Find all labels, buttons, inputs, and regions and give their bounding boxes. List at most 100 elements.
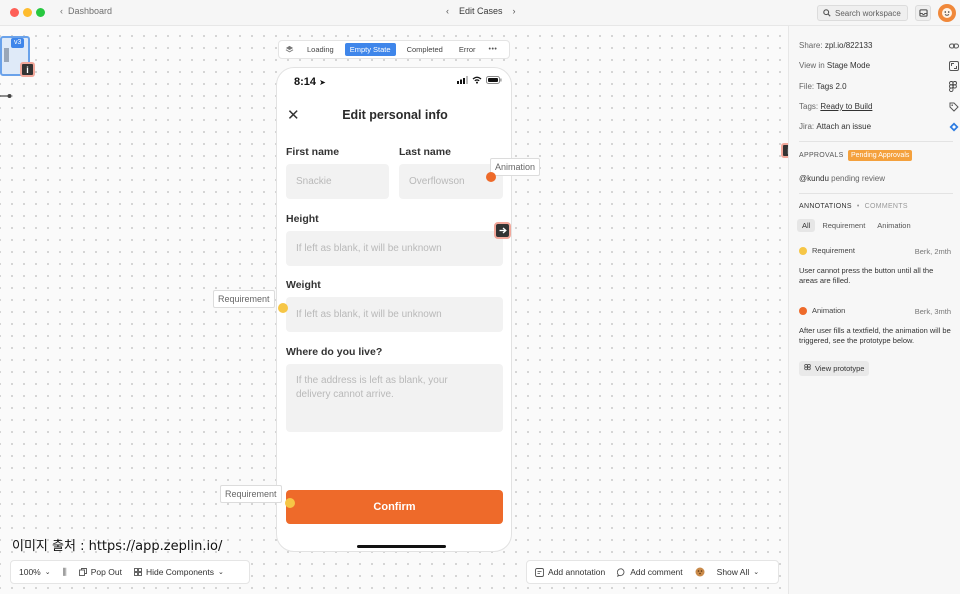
status-icons bbox=[457, 76, 502, 84]
pending-approvals-badge[interactable]: Pending Approvals bbox=[848, 150, 913, 161]
time-text: 8:14 bbox=[294, 76, 317, 88]
thumbnail-content bbox=[4, 48, 9, 62]
next-screen-icon[interactable]: › bbox=[513, 6, 516, 16]
link-icon[interactable] bbox=[949, 42, 959, 50]
pop-out-button[interactable]: Pop Out bbox=[78, 567, 122, 577]
confirm-label: Confirm bbox=[373, 501, 416, 513]
tags-label: Tags: bbox=[799, 102, 819, 111]
bottom-left-toolbar: 100% ⌄ ⫼ Pop Out Hide Components ⌄ bbox=[10, 560, 250, 584]
jira-row[interactable]: Jira: Attach an issue bbox=[799, 122, 959, 131]
avatar-face-icon bbox=[942, 8, 952, 18]
prototype-link-button[interactable] bbox=[494, 222, 511, 239]
annotations-tab[interactable]: ANNOTATIONS bbox=[799, 203, 852, 210]
weight-field[interactable]: If left as blank, it will be unknown bbox=[286, 297, 503, 332]
review-status: @kundu pending review bbox=[799, 174, 885, 183]
filter-requirement[interactable]: Requirement bbox=[817, 219, 870, 232]
add-annotation-button[interactable]: Add annotation bbox=[535, 567, 605, 577]
home-indicator bbox=[357, 545, 446, 548]
state-tab-completed[interactable]: Completed bbox=[402, 43, 448, 56]
chevron-down-icon: ⌄ bbox=[218, 569, 224, 576]
jira-label: Jira: bbox=[799, 122, 815, 131]
figma-icon bbox=[804, 364, 811, 371]
hide-components-label: Hide Components bbox=[145, 567, 214, 577]
annotation-item-animation-header[interactable]: Animation bbox=[799, 306, 845, 315]
address-placeholder: If the address is left as blank, your de… bbox=[296, 375, 448, 400]
chevron-down-icon: ⌄ bbox=[44, 569, 51, 576]
grid-toggle-icon[interactable]: ⫼ bbox=[63, 567, 67, 578]
last-name-field[interactable]: Overflowson bbox=[399, 164, 503, 199]
copy-icon bbox=[78, 568, 87, 576]
jira-icon bbox=[949, 122, 959, 131]
title-bar: ‹ Dashboard ‹ Edit Cases › Search worksp… bbox=[0, 0, 960, 26]
stage-mode-row[interactable]: View in Stage Mode bbox=[799, 60, 959, 71]
state-tab-error[interactable]: Error bbox=[454, 43, 481, 56]
tag-icon bbox=[949, 102, 959, 112]
inbox-icon bbox=[918, 9, 928, 17]
file-row[interactable]: File: Tags 2.0 bbox=[799, 81, 959, 92]
state-tab-loading[interactable]: Loading bbox=[302, 43, 339, 56]
maximize-window-button[interactable] bbox=[36, 8, 45, 17]
zoom-dropdown[interactable]: 100% ⌄ bbox=[19, 567, 51, 577]
wifi-icon bbox=[472, 76, 482, 84]
filter-animation[interactable]: Animation bbox=[872, 219, 915, 232]
arrow-right-icon bbox=[499, 227, 507, 234]
file-name: Tags 2.0 bbox=[816, 82, 847, 91]
address-field[interactable]: If the address is left as blank, your de… bbox=[286, 364, 503, 432]
filter-all[interactable]: All bbox=[797, 219, 816, 232]
weight-placeholder: If left as blank, it will be unknown bbox=[296, 309, 442, 320]
figma-icon bbox=[949, 81, 957, 92]
back-to-dashboard[interactable]: ‹ Dashboard bbox=[60, 6, 112, 16]
comments-tab[interactable]: COMMENTS bbox=[865, 203, 908, 210]
minimize-window-button[interactable] bbox=[23, 8, 32, 17]
share-row[interactable]: Share: zpl.io/822133 bbox=[799, 41, 959, 50]
add-comment-button[interactable]: Add comment bbox=[617, 567, 683, 577]
phone-screen[interactable]: 8:14 ➤ ✕ Edit personal info First name L… bbox=[276, 67, 512, 552]
user-avatar[interactable] bbox=[938, 4, 956, 22]
close-window-button[interactable] bbox=[10, 8, 19, 17]
stage-mode-label: Stage Mode bbox=[826, 61, 871, 70]
first-name-placeholder: Snackie bbox=[296, 176, 332, 187]
first-name-field[interactable]: Snackie bbox=[286, 164, 389, 199]
annotation-animation-label[interactable]: Animation bbox=[490, 158, 541, 176]
version-tag: v3 bbox=[11, 38, 25, 48]
confirm-button[interactable]: Confirm bbox=[286, 490, 503, 524]
show-all-dropdown[interactable]: Show All ⌄ bbox=[717, 567, 759, 577]
show-all-label: Show All bbox=[716, 567, 750, 577]
view-prototype-button[interactable]: View prototype bbox=[799, 361, 870, 376]
search-input[interactable]: Search workspace bbox=[817, 5, 908, 21]
reviewer-handle[interactable]: @kundu bbox=[799, 174, 829, 183]
animation-dot bbox=[799, 306, 807, 315]
previous-screen-icon[interactable]: ‹ bbox=[446, 6, 449, 16]
more-options-icon[interactable]: ••• bbox=[489, 46, 498, 53]
thumbnail-info-button[interactable]: i bbox=[20, 62, 35, 77]
first-name-label: First name bbox=[286, 146, 340, 158]
annotations-tabs: ANNOTATIONS • COMMENTS bbox=[799, 203, 908, 210]
right-panel: Share: zpl.io/822133 View in Stage Mode … bbox=[788, 26, 960, 594]
annotation-type: Animation bbox=[812, 306, 846, 315]
approvals-title: APPROVALS bbox=[799, 152, 844, 159]
address-label: Where do you live? bbox=[286, 346, 383, 358]
requirement-annotation-dot[interactable] bbox=[278, 303, 288, 313]
add-comment-label: Add comment bbox=[630, 567, 683, 577]
annotation-requirement-label[interactable]: Requirement bbox=[213, 290, 275, 308]
tags-row[interactable]: Tags: Ready to Build bbox=[799, 102, 959, 112]
annotation-item-requirement-header[interactable]: Requirement bbox=[799, 246, 855, 255]
attach-issue-link[interactable]: Attach an issue bbox=[816, 122, 871, 131]
cookie-avatar-icon[interactable] bbox=[695, 567, 705, 577]
signal-icon bbox=[457, 76, 468, 84]
share-url: zpl.io/822133 bbox=[824, 41, 873, 50]
requirement-confirm-dot[interactable] bbox=[285, 498, 295, 508]
annotation-type: Requirement bbox=[812, 246, 855, 255]
key-icon bbox=[0, 94, 12, 98]
height-field[interactable]: If left as blank, it will be unknown bbox=[286, 231, 503, 266]
state-tab-empty-state[interactable]: Empty State bbox=[344, 43, 396, 56]
animation-annotation-dot[interactable] bbox=[486, 172, 496, 182]
height-label: Height bbox=[286, 213, 319, 225]
stage-prefix: View in bbox=[799, 61, 825, 70]
hide-components-dropdown[interactable]: Hide Components ⌄ bbox=[134, 567, 224, 577]
last-name-placeholder: Overflowson bbox=[409, 176, 465, 187]
tag-value[interactable]: Ready to Build bbox=[820, 102, 872, 111]
inbox-button[interactable] bbox=[915, 5, 931, 21]
annotation-requirement-confirm-label[interactable]: Requirement bbox=[220, 485, 282, 503]
annotation-text: After user fills a textfield, the animat… bbox=[799, 326, 951, 345]
